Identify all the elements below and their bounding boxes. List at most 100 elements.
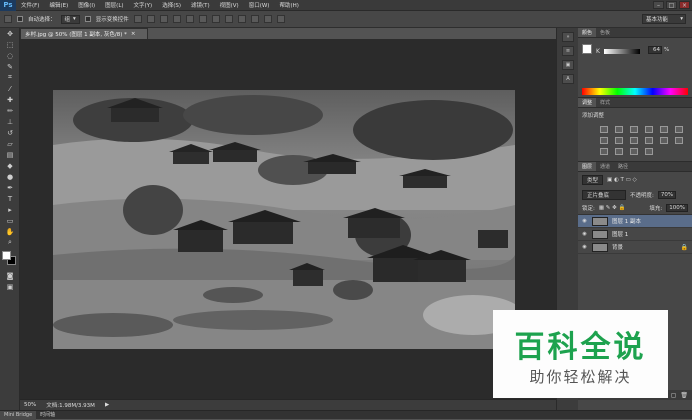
tab-swatches[interactable]: 色板 <box>596 28 614 37</box>
photo-filter-icon[interactable] <box>630 137 638 144</box>
workspace-dropdown[interactable]: 基本功能 ▾ <box>642 14 686 24</box>
dodge-tool-icon[interactable]: ● <box>4 171 16 182</box>
character-panel-icon[interactable]: A <box>562 74 574 84</box>
black-white-icon[interactable] <box>615 137 623 144</box>
selective-color-icon[interactable] <box>645 148 653 155</box>
distribute-left-icon[interactable] <box>250 15 259 23</box>
canvas-photo[interactable] <box>53 90 515 349</box>
hue-saturation-icon[interactable] <box>675 126 683 133</box>
eyedropper-tool-icon[interactable]: ⁄ <box>4 83 16 94</box>
maximize-button[interactable]: □ <box>666 1 677 9</box>
minimize-button[interactable]: – <box>653 1 664 9</box>
menu-filter[interactable]: 滤镜(T) <box>186 1 215 9</box>
posterize-icon[interactable] <box>600 148 608 155</box>
align-top-icon[interactable] <box>133 15 142 23</box>
eye-icon[interactable]: ◉ <box>580 231 589 237</box>
menu-type[interactable]: 文字(Y) <box>129 1 158 9</box>
align-left-icon[interactable] <box>172 15 181 23</box>
gradient-map-icon[interactable] <box>630 148 638 155</box>
foreground-color-swatch[interactable] <box>2 251 11 260</box>
tab-close-icon[interactable]: × <box>131 31 136 37</box>
color-value-field[interactable]: 64 <box>648 46 662 54</box>
exposure-icon[interactable] <box>645 126 653 133</box>
menu-select[interactable]: 选择(S) <box>157 1 186 9</box>
menu-edit[interactable]: 编辑(E) <box>44 1 73 9</box>
align-right-icon[interactable] <box>198 15 207 23</box>
delete-layer-icon[interactable]: 🗑 <box>680 392 688 399</box>
status-arrow-icon[interactable]: ▶ <box>105 402 109 408</box>
layer-row-background[interactable]: ◉ 背景 🔒 <box>578 241 692 254</box>
distribute-top-icon[interactable] <box>211 15 220 23</box>
document-info[interactable]: 文档:1.98M/3.93M <box>46 401 95 409</box>
distribute-center-icon[interactable] <box>263 15 272 23</box>
color-slider[interactable] <box>604 49 640 54</box>
screen-mode-icon[interactable]: ▣ <box>4 281 16 292</box>
tab-color[interactable]: 颜色 <box>578 28 597 37</box>
history-brush-icon[interactable]: ↺ <box>4 127 16 138</box>
color-balance-icon[interactable] <box>600 137 608 144</box>
threshold-icon[interactable] <box>615 148 623 155</box>
tab-adjustments[interactable]: 调整 <box>578 98 597 107</box>
tab-timeline[interactable]: 时间轴 <box>36 411 59 420</box>
close-button[interactable]: × <box>679 1 690 9</box>
tab-channels[interactable]: 通道 <box>596 162 614 171</box>
color-fg-swatch[interactable] <box>582 44 592 54</box>
filter-icons[interactable]: ▣ ◐ T ▭ ◇ <box>607 177 637 183</box>
opacity-field[interactable]: 70% <box>657 191 677 199</box>
color-spectrum-bar[interactable] <box>582 88 688 95</box>
color-lookup-icon[interactable] <box>660 137 668 144</box>
menu-layer[interactable]: 图层(L) <box>100 1 128 9</box>
zoom-level[interactable]: 50% <box>24 402 36 408</box>
new-layer-icon[interactable]: ▢ <box>671 392 677 399</box>
invert-icon[interactable] <box>675 137 683 144</box>
levels-icon[interactable] <box>615 126 623 133</box>
properties-panel-icon[interactable]: ▣ <box>562 60 574 70</box>
curves-icon[interactable] <box>630 126 638 133</box>
move-tool-icon[interactable] <box>4 15 12 23</box>
distribute-bottom-icon[interactable] <box>237 15 246 23</box>
tab-styles[interactable]: 样式 <box>596 98 614 107</box>
auto-select-checkbox[interactable] <box>17 16 23 22</box>
lasso-tool-icon[interactable]: ◌ <box>4 50 16 61</box>
tab-mini-bridge[interactable]: Mini Bridge <box>0 410 37 420</box>
fill-field[interactable]: 100% <box>666 204 688 212</box>
pen-tool-icon[interactable]: ✒ <box>4 182 16 193</box>
layer-row-layer1[interactable]: ◉ 图层 1 <box>578 228 692 241</box>
dock-expand-icon[interactable]: » <box>562 32 574 42</box>
document-tab[interactable]: 乡村.jpg @ 50% (图层 1 副本, 灰色/8) * × <box>20 28 148 39</box>
distribute-right-icon[interactable] <box>276 15 285 23</box>
move-tool-icon[interactable]: ✥ <box>4 28 16 39</box>
clone-stamp-icon[interactable]: ⊥ <box>4 116 16 127</box>
eye-icon[interactable]: ◉ <box>580 218 589 224</box>
align-bottom-icon[interactable] <box>159 15 168 23</box>
path-select-icon[interactable]: ▸ <box>4 204 16 215</box>
zoom-tool-icon[interactable]: ⌕ <box>4 237 16 248</box>
shape-tool-icon[interactable]: ▭ <box>4 215 16 226</box>
lock-icons[interactable]: ▦ ✎ ✥ 🔒 <box>599 205 626 211</box>
show-transform-checkbox[interactable] <box>84 16 91 22</box>
channel-mixer-icon[interactable] <box>645 137 653 144</box>
tab-paths[interactable]: 路径 <box>614 162 632 171</box>
vibrance-icon[interactable] <box>660 126 668 133</box>
align-middle-icon[interactable] <box>146 15 155 23</box>
quick-select-tool-icon[interactable]: ✎ <box>4 61 16 72</box>
healing-brush-icon[interactable]: ✚ <box>4 94 16 105</box>
crop-tool-icon[interactable]: ⌗ <box>4 72 16 83</box>
menu-help[interactable]: 帮助(H) <box>274 1 303 9</box>
eye-icon[interactable]: ◉ <box>580 244 589 250</box>
brightness-icon[interactable] <box>600 126 608 133</box>
marquee-tool-icon[interactable]: ⬚ <box>4 39 16 50</box>
eraser-tool-icon[interactable]: ▱ <box>4 138 16 149</box>
menu-image[interactable]: 图像(I) <box>73 1 100 9</box>
type-tool-icon[interactable]: T <box>4 193 16 204</box>
menu-file[interactable]: 文件(F) <box>16 1 44 9</box>
tab-layers[interactable]: 图层 <box>578 162 597 171</box>
color-swatches[interactable] <box>2 251 18 267</box>
auto-select-dropdown[interactable]: 组 ▾ <box>60 14 80 24</box>
blend-mode-dropdown[interactable]: 正片叠底 <box>582 190 626 200</box>
layer-kind-dropdown[interactable]: 类型 <box>582 175 604 185</box>
quick-mask-icon[interactable]: ◙ <box>4 270 16 281</box>
layer-row-copy[interactable]: ◉ 图层 1 副本 <box>578 215 692 228</box>
brush-tool-icon[interactable]: ✏ <box>4 105 16 116</box>
menu-window[interactable]: 窗口(W) <box>244 1 275 9</box>
